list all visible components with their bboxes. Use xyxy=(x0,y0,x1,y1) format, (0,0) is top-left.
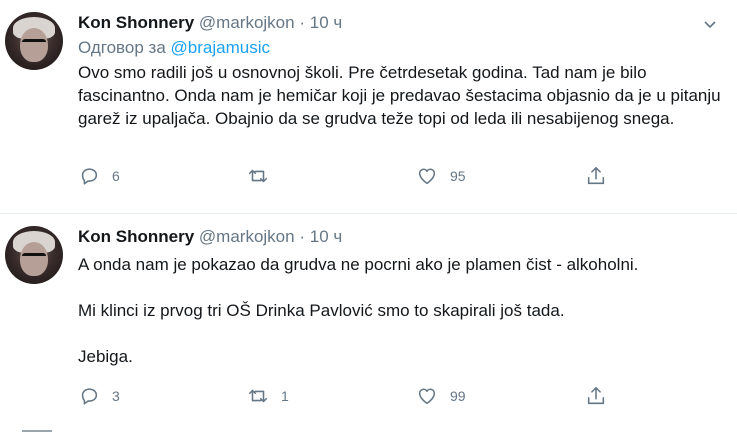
retweet-button[interactable] xyxy=(247,164,281,188)
author-name[interactable]: Kon Shonnery xyxy=(78,13,194,32)
tweet-header: Kon Shonnery @markojkon · 10 ч xyxy=(78,12,721,34)
like-count: 99 xyxy=(450,388,466,404)
tweet-actions: 6 95 xyxy=(0,164,737,188)
tweet-header: Kon Shonnery @markojkon · 10 ч xyxy=(78,226,721,248)
reply-count: 6 xyxy=(112,168,120,184)
reply-icon xyxy=(81,388,98,405)
reply-button[interactable]: 3 xyxy=(78,384,120,408)
like-icon xyxy=(418,168,436,185)
tweet-content: Kon Shonnery @markojkon · 10 ч Одговор з… xyxy=(78,12,721,130)
tweet[interactable]: Kon Shonnery @markojkon · 10 ч A onda na… xyxy=(0,214,737,432)
like-count: 95 xyxy=(450,168,466,184)
like-button[interactable]: 99 xyxy=(416,384,466,408)
share-button[interactable] xyxy=(585,384,607,408)
reply-context: Одговор за @brajamusic xyxy=(78,37,721,59)
tweet-paragraph: Mi klinci iz prvog tri OŠ Drinka Pavlovi… xyxy=(78,301,565,320)
tweet[interactable]: Kon Shonnery @markojkon · 10 ч Одговор з… xyxy=(0,0,737,214)
retweet-count: 1 xyxy=(281,388,289,404)
chevron-down-icon[interactable] xyxy=(703,18,717,32)
reply-prefix: Одговор за xyxy=(78,38,166,57)
share-icon xyxy=(587,386,605,405)
like-button[interactable]: 95 xyxy=(416,164,466,188)
author-handle[interactable]: @markojkon xyxy=(199,13,295,32)
avatar[interactable] xyxy=(5,226,63,284)
separator-dot: · xyxy=(299,227,305,246)
tweet-text: A onda nam je pokazao da grudva ne pocrn… xyxy=(78,253,721,368)
timestamp[interactable]: 10 ч xyxy=(310,227,343,246)
divider xyxy=(22,430,52,436)
like-icon xyxy=(418,388,436,405)
separator-dot: · xyxy=(299,13,305,32)
tweet-content: Kon Shonnery @markojkon · 10 ч A onda na… xyxy=(78,226,721,368)
author-name[interactable]: Kon Shonnery xyxy=(78,227,194,246)
share-icon xyxy=(587,166,605,185)
reply-mention-link[interactable]: @brajamusic xyxy=(171,38,270,57)
retweet-button[interactable]: 1 xyxy=(247,384,289,408)
retweet-icon xyxy=(248,389,268,403)
avatar[interactable] xyxy=(5,12,63,70)
tweet-actions: 3 1 99 xyxy=(0,384,737,408)
tweet-paragraph: A onda nam je pokazao da grudva ne pocrn… xyxy=(78,255,639,274)
share-button[interactable] xyxy=(585,164,607,188)
author-handle[interactable]: @markojkon xyxy=(199,227,295,246)
retweet-icon xyxy=(248,169,268,183)
timestamp[interactable]: 10 ч xyxy=(310,13,343,32)
tweet-text: Ovo smo radili još u osnovnoj školi. Pre… xyxy=(78,63,721,128)
reply-button[interactable]: 6 xyxy=(78,164,120,188)
reply-count: 3 xyxy=(112,388,120,404)
tweet-paragraph: Jebiga. xyxy=(78,347,133,366)
reply-icon xyxy=(81,168,98,185)
